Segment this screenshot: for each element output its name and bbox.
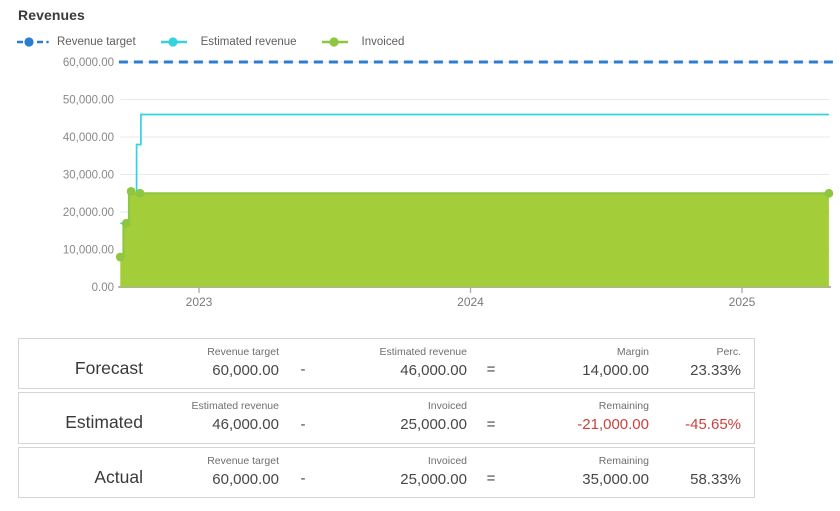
legend-item-estimated-revenue[interactable]: Estimated revenue xyxy=(160,36,297,48)
cell-header: Perc. xyxy=(649,346,741,358)
data-point-marker xyxy=(136,189,145,198)
table-cell-col2: Estimated revenue 46,000.00 xyxy=(327,346,467,379)
cell-value: 25,000.00 xyxy=(327,471,467,488)
table-cell-col2: Invoiced 25,000.00 xyxy=(327,400,467,433)
x-axis-tick-label: 2025 xyxy=(729,295,756,309)
table-cell-col3: Remaining 35,000.00 xyxy=(515,455,649,488)
cell-header: Invoiced xyxy=(327,455,467,467)
x-axis-tick-label: 2023 xyxy=(186,295,213,309)
row-label: Forecast xyxy=(23,359,143,379)
legend-item-revenue-target[interactable]: Revenue target xyxy=(16,36,136,48)
legend-label: Estimated revenue xyxy=(201,36,297,48)
equals-operator: = xyxy=(467,416,515,434)
equals-operator: = xyxy=(467,361,515,379)
cell-value: 14,000.00 xyxy=(515,362,649,379)
cell-header: Remaining xyxy=(515,455,649,467)
table-cell-perc: 58.33% xyxy=(649,455,741,488)
y-axis-tick-label: 20,000.00 xyxy=(63,207,114,219)
y-axis-tick-label: 50,000.00 xyxy=(63,95,114,107)
data-point-marker xyxy=(127,187,136,196)
legend-label: Invoiced xyxy=(362,36,405,48)
x-axis-tick-label: 2024 xyxy=(457,295,484,309)
cell-header: Estimated revenue xyxy=(327,346,467,358)
series-area-invoiced xyxy=(120,191,829,287)
row-label: Actual xyxy=(23,468,143,488)
cell-value: -45.65% xyxy=(649,416,741,433)
minus-operator: - xyxy=(279,416,327,434)
minus-operator: - xyxy=(279,470,327,488)
row-label: Estimated xyxy=(23,413,143,433)
cell-value: 23.33% xyxy=(649,362,741,379)
cell-value: -21,000.00 xyxy=(515,416,649,433)
table-cell-col3: Margin 14,000.00 xyxy=(515,346,649,379)
table-cell-col3: Remaining -21,000.00 xyxy=(515,400,649,433)
revenues-widget: 60,000.00 50,000.00 40,000.00 30,000.00 20,0… xyxy=(0,0,840,511)
y-axis-tick-label: 60,000.00 xyxy=(63,57,114,69)
cell-header: Revenue target xyxy=(143,455,279,467)
equals-operator: = xyxy=(467,470,515,488)
table-cell-perc: Perc. 23.33% xyxy=(649,346,741,379)
cell-header: Revenue target xyxy=(143,346,279,358)
cell-value: 58.33% xyxy=(649,471,741,488)
table-row-actual: ActualRevenue target 60,000.00-Invoiced 25… xyxy=(18,447,755,498)
table-cell-col2: Invoiced 25,000.00 xyxy=(327,455,467,488)
revenue-calc-table: ForecastRevenue target60,000.00-Estimate… xyxy=(18,338,755,501)
legend-line-icon xyxy=(321,36,355,48)
page-title: Revenues xyxy=(18,7,85,23)
legend-label: Revenue target xyxy=(57,36,136,48)
y-axis-tick-label: 0.00 xyxy=(92,282,114,294)
y-axis-tick-label: 10,000.00 xyxy=(63,245,114,257)
legend-line-icon xyxy=(160,36,194,48)
cell-header: Margin xyxy=(515,346,649,358)
cell-value: 46,000.00 xyxy=(143,416,279,433)
data-point-marker xyxy=(825,189,834,198)
cell-header: Invoiced xyxy=(327,400,467,412)
cell-header xyxy=(649,455,741,467)
cell-value: 35,000.00 xyxy=(515,471,649,488)
cell-value: 46,000.00 xyxy=(327,362,467,379)
y-axis-tick-label: 40,000.00 xyxy=(63,132,114,144)
cell-header: Remaining xyxy=(515,400,649,412)
chart-legend: Revenue target Estimated revenue Invoiced xyxy=(16,36,404,48)
y-axis-tick-label: 30,000.00 xyxy=(63,170,114,182)
table-row-forecast: ForecastRevenue target 60,000.00-Estimate… xyxy=(18,338,755,389)
cell-header xyxy=(649,400,741,412)
cell-header: Estimated revenue xyxy=(143,400,279,412)
table-row-estimated: EstimatedEstimated revenue 46,000.00-Invo… xyxy=(18,392,755,443)
minus-operator: - xyxy=(279,361,327,379)
table-cell-col1: Revenue target 60,000.00 xyxy=(143,346,279,379)
table-cell-perc: -45.65% xyxy=(649,400,741,433)
table-cell-col1: Estimated revenue 46,000.00 xyxy=(143,400,279,433)
revenue-chart: 60,000.00 50,000.00 40,000.00 30,000.00 20,0… xyxy=(0,0,840,322)
legend-dashed-line-icon xyxy=(16,36,50,48)
cell-value: 25,000.00 xyxy=(327,416,467,433)
cell-value: 60,000.00 xyxy=(143,362,279,379)
table-cell-col1: Revenue target 60,000.00 xyxy=(143,455,279,488)
data-point-marker xyxy=(116,253,125,262)
data-point-marker xyxy=(122,219,131,228)
cell-value: 60,000.00 xyxy=(143,471,279,488)
legend-item-invoiced[interactable]: Invoiced xyxy=(321,36,405,48)
